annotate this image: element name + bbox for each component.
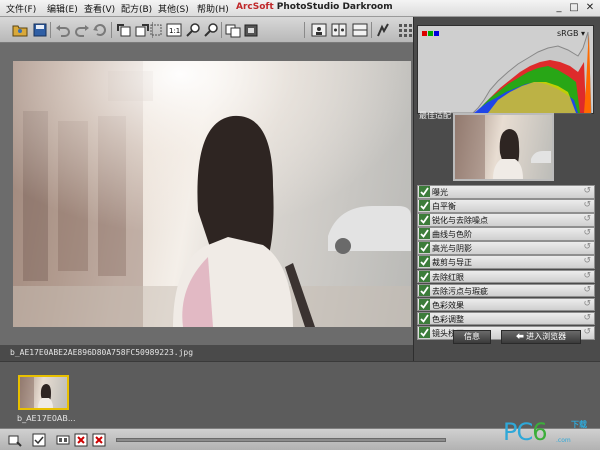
adjustment-item[interactable]: 白平衡 ↺ <box>417 199 595 213</box>
info-button[interactable]: 信息 <box>453 330 491 344</box>
reset-icon[interactable]: ↺ <box>583 214 591 224</box>
adjustment-panel: sRGB ▾ 最佳适配 曝光 ↺ 白平衡 ↺ 锐化与去除噪点 ↺ 曲线与色阶 ↺ 高光与阴影 ↺ 裁… <box>413 17 600 361</box>
redo-icon[interactable] <box>74 22 90 38</box>
filename-label: b_AE17E0ABE2AE896D80A758FC50989223.jpg <box>10 348 194 357</box>
filmstrip-view-icon[interactable] <box>56 433 70 447</box>
preferences-icon[interactable] <box>375 22 391 38</box>
single-view-icon[interactable] <box>311 22 327 38</box>
zoom-out-icon[interactable] <box>203 22 219 38</box>
open-folder-icon[interactable] <box>12 22 28 38</box>
undo-icon[interactable] <box>55 22 71 38</box>
actual-size-icon[interactable]: 1:1 <box>166 22 182 38</box>
adjustment-item[interactable]: 锐化与去除噪点 ↺ <box>417 213 595 227</box>
adjustment-label: 色彩效果 <box>432 300 464 310</box>
checkmark-icon[interactable] <box>419 298 430 310</box>
watermark: PC6 下载 .com <box>503 418 587 446</box>
minimize-button[interactable]: _ <box>552 1 566 14</box>
adjustment-list: 曝光 ↺ 白平衡 ↺ 锐化与去除噪点 ↺ 曲线与色阶 ↺ 高光与阴影 ↺ 裁剪与导正 ↺ 去除红眼 ↺ 去除… <box>417 185 595 340</box>
enter-browser-button[interactable]: ⬅ 进入浏览器 <box>501 330 581 344</box>
filmstrip-image <box>20 377 53 408</box>
copy-icon[interactable] <box>225 22 241 38</box>
photo-image <box>13 61 411 327</box>
reset-icon[interactable]: ↺ <box>583 313 591 323</box>
adjustment-label: 锐化与去除噪点 <box>432 216 488 226</box>
rotate-left-icon[interactable] <box>116 22 132 38</box>
reset-icon[interactable]: ↺ <box>583 285 591 295</box>
reset-icon[interactable]: ↺ <box>583 200 591 210</box>
import-icon[interactable] <box>8 433 22 447</box>
checkmark-icon[interactable] <box>419 214 430 226</box>
checkmark-icon[interactable] <box>419 200 430 212</box>
adjustment-item[interactable]: 裁剪与导正 ↺ <box>417 255 595 270</box>
navigator-thumbnail[interactable] <box>453 113 554 181</box>
back-arrow-icon: ⬅ <box>515 332 524 341</box>
menu-other[interactable]: 其他(S) <box>158 2 189 15</box>
fit-window-icon[interactable] <box>148 22 164 38</box>
reset-icon[interactable]: ↺ <box>583 242 591 252</box>
navigator-image <box>455 115 551 179</box>
menu-help[interactable]: 帮助(H) <box>197 2 229 15</box>
adjustment-label: 高光与阴影 <box>432 244 472 254</box>
adjustment-label: 去除红眼 <box>432 272 464 282</box>
adjustment-label: 裁剪与导正 <box>432 258 472 268</box>
reset-icon[interactable]: ↺ <box>583 327 591 337</box>
checkmark-icon[interactable] <box>419 186 430 197</box>
photo-preview[interactable] <box>13 61 411 327</box>
compare-view-icon[interactable] <box>331 22 347 38</box>
image-canvas[interactable] <box>0 43 413 345</box>
zoom-in-icon[interactable] <box>185 22 201 38</box>
save-icon[interactable] <box>32 22 48 38</box>
svg-text:1:1: 1:1 <box>169 27 180 35</box>
delete-icon[interactable] <box>92 433 106 447</box>
checkmark-icon[interactable] <box>419 228 430 240</box>
menu-recipe[interactable]: 配方(B) <box>121 2 152 15</box>
reset-icon[interactable]: ↺ <box>583 299 591 309</box>
adjustment-item[interactable]: 色彩效果 ↺ <box>417 297 595 312</box>
adjustment-item[interactable]: 曲线与色阶 ↺ <box>417 227 595 241</box>
adjustment-item[interactable]: 去除红眼 ↺ <box>417 269 595 284</box>
menu-view[interactable]: 查看(V) <box>84 2 115 15</box>
reset-icon[interactable]: ↺ <box>583 271 591 281</box>
best-fit-label: 最佳适配 <box>419 111 451 120</box>
adjustment-item[interactable]: 曝光 ↺ <box>417 185 595 199</box>
adjustment-item[interactable]: 色彩调整 ↺ <box>417 311 595 326</box>
adjustment-item[interactable]: 去除污点与瑕疵 ↺ <box>417 283 595 298</box>
menu-file[interactable]: 文件(F) <box>6 2 36 15</box>
adjustment-label: 曲线与色阶 <box>432 230 472 240</box>
menu-bar: 文件(F) 编辑(E) 查看(V) 配方(B) 其他(S) 帮助(H) ArcS… <box>0 0 600 17</box>
adjustment-label: 色彩调整 <box>432 314 464 324</box>
checkmark-icon[interactable] <box>419 326 430 338</box>
paste-icon[interactable] <box>243 22 259 38</box>
remove-icon[interactable] <box>74 433 88 447</box>
checkmark-icon[interactable] <box>419 312 430 324</box>
checkmark-icon[interactable] <box>419 242 430 254</box>
filename-bar: b_AE17E0ABE2AE896D80A758FC50989223.jpg <box>0 345 413 361</box>
menu-edit[interactable]: 编辑(E) <box>47 2 78 15</box>
reset-icon[interactable]: ↺ <box>583 186 591 196</box>
select-all-icon[interactable] <box>32 433 46 447</box>
histogram: sRGB ▾ <box>417 25 594 114</box>
maximize-button[interactable]: □ <box>567 1 581 14</box>
adjustment-label: 去除污点与瑕疵 <box>432 286 488 296</box>
histogram-graph <box>423 31 592 114</box>
grid-icon[interactable] <box>397 22 413 38</box>
close-button[interactable]: ✕ <box>583 1 597 14</box>
thumbnail-size-slider[interactable] <box>116 438 446 442</box>
filmstrip-thumbnail[interactable] <box>18 375 69 410</box>
reset-icon[interactable]: ↺ <box>583 228 591 238</box>
filmstrip-caption: b_AE17E0AB... <box>17 414 76 423</box>
adjustment-item[interactable]: 高光与阴影 ↺ <box>417 241 595 255</box>
split-view-icon[interactable] <box>352 22 368 38</box>
reset-icon[interactable]: ↺ <box>583 256 591 266</box>
app-title: ArcSoft PhotoStudio Darkroom <box>236 2 393 12</box>
revert-icon[interactable] <box>92 22 108 38</box>
checkmark-icon[interactable] <box>419 256 430 268</box>
checkmark-icon[interactable] <box>419 284 430 296</box>
checkmark-icon[interactable] <box>419 270 430 282</box>
adjustment-label: 白平衡 <box>432 202 456 212</box>
adjustment-label: 曝光 <box>432 188 448 197</box>
